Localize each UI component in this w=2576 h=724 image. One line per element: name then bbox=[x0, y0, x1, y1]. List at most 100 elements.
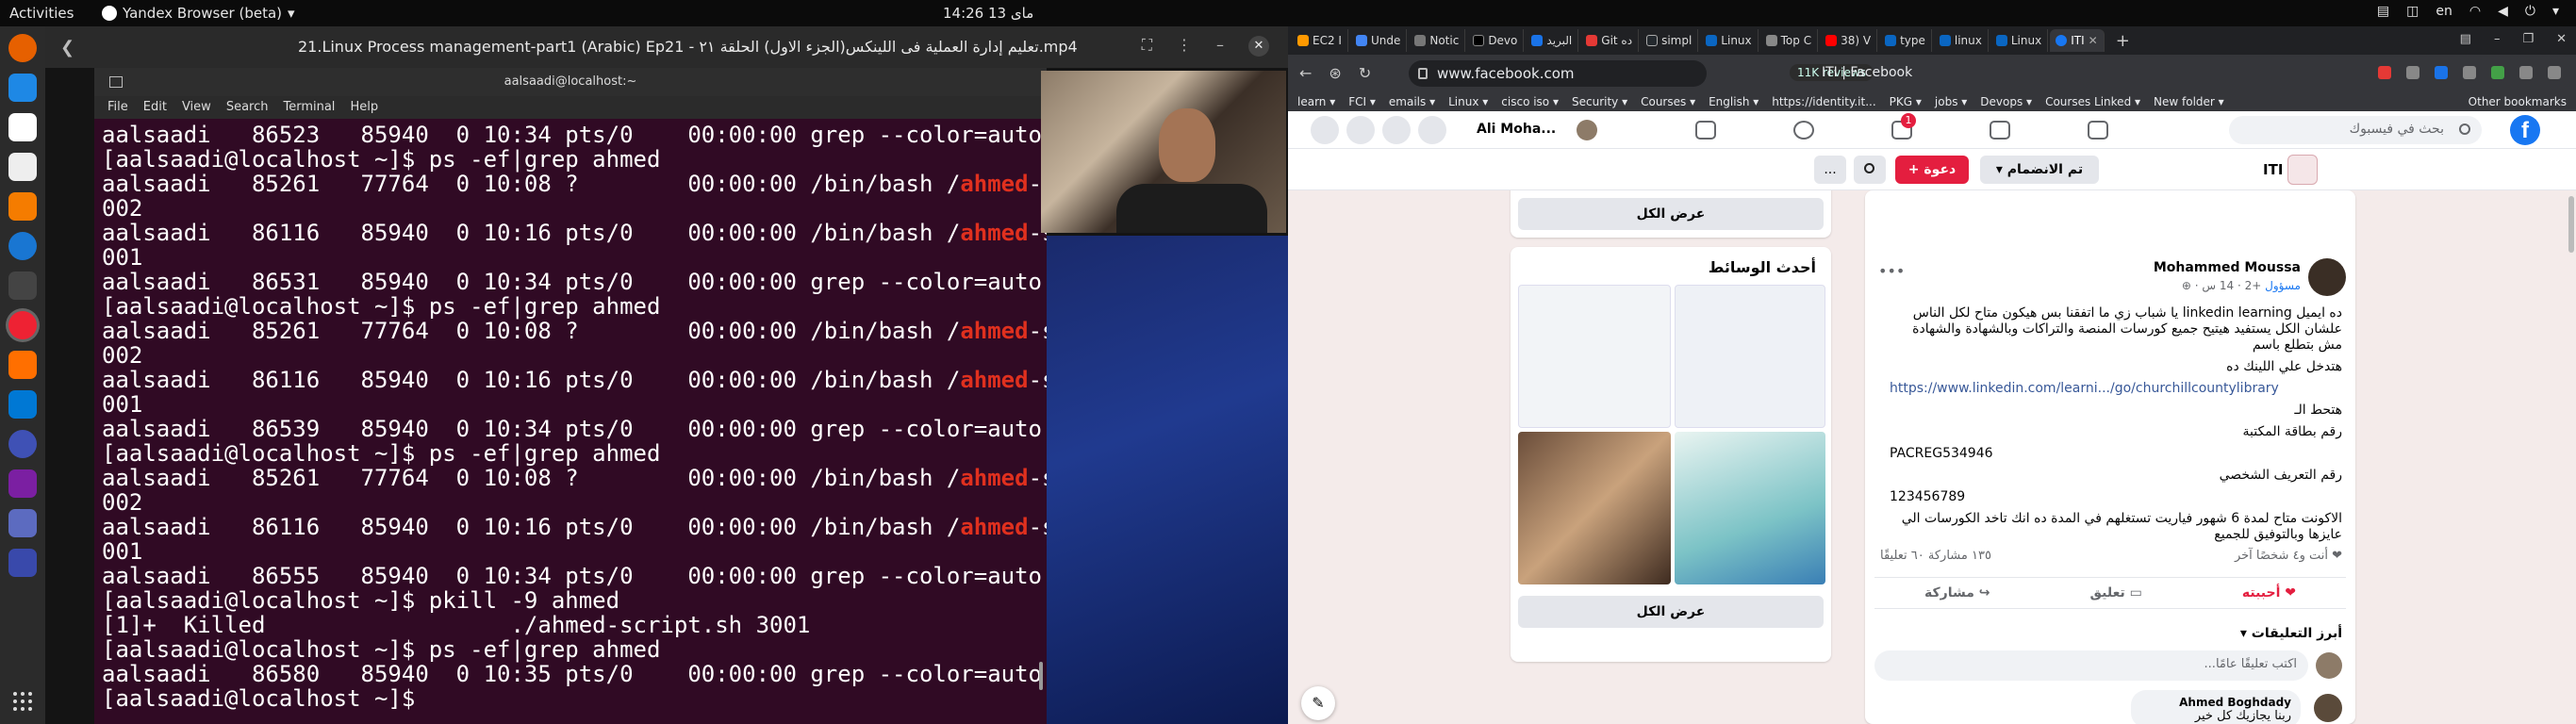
author-avatar[interactable] bbox=[2308, 258, 2346, 296]
terminal-output[interactable]: aalsaadi 86523 85940 0 10:34 pts/0 00:00… bbox=[102, 123, 1047, 711]
menu-edit[interactable]: Edit bbox=[143, 96, 167, 119]
chrome-remote-icon[interactable] bbox=[8, 74, 37, 102]
language-indicator[interactable]: en bbox=[2436, 4, 2452, 19]
extension-icon[interactable] bbox=[2406, 66, 2419, 79]
media-thumbnail[interactable] bbox=[1675, 285, 1825, 428]
settings-icon[interactable] bbox=[8, 153, 37, 181]
software-icon[interactable] bbox=[8, 192, 37, 221]
browser-tab[interactable]: Top C bbox=[1760, 29, 1819, 52]
bookmark-folder[interactable]: FCI ▾ bbox=[1348, 92, 1376, 111]
media-icon[interactable] bbox=[8, 509, 37, 537]
bookmark-folder[interactable]: Courses ▾ bbox=[1641, 92, 1695, 111]
gaming-icon[interactable] bbox=[1695, 121, 1716, 140]
browser-tab[interactable]: Unde bbox=[1350, 29, 1408, 52]
terminal-icon[interactable] bbox=[8, 272, 37, 300]
bookmark-folder[interactable]: Linux ▾ bbox=[1448, 92, 1488, 111]
facebook-search-input[interactable]: بحث في فيسبوك bbox=[2229, 116, 2482, 144]
like-button[interactable]: ❤ أحببته bbox=[2242, 585, 2296, 601]
close-icon[interactable]: ✕ bbox=[1248, 36, 1269, 57]
see-all-button[interactable]: عرض الكل bbox=[1518, 596, 1824, 628]
edge-icon[interactable] bbox=[8, 430, 37, 458]
see-all-button[interactable]: عرض الكل bbox=[1518, 198, 1824, 230]
joined-button[interactable]: ▾ تم الانضمام bbox=[1980, 156, 2099, 184]
yandex-browser-icon[interactable] bbox=[8, 311, 37, 339]
bookmark-folder[interactable]: Devops ▾ bbox=[1980, 92, 2032, 111]
browser-tab[interactable]: Linux bbox=[1990, 29, 2049, 52]
browser-tab[interactable]: 38) V bbox=[1820, 29, 1878, 52]
minimize-icon[interactable]: – bbox=[2494, 32, 2501, 46]
close-tab-icon[interactable]: ✕ bbox=[2089, 34, 2098, 47]
bookmark-link[interactable]: https://identity.it... bbox=[1772, 92, 1875, 111]
user-name[interactable]: Ali Moha... bbox=[1477, 122, 1556, 137]
account-menu-icon[interactable] bbox=[1311, 116, 1339, 144]
browser-tab[interactable]: simpl bbox=[1641, 29, 1699, 52]
new-tab-button[interactable]: + bbox=[2106, 31, 2139, 51]
comment-button[interactable]: ▭ تعليق bbox=[2090, 585, 2142, 601]
notifications-icon[interactable] bbox=[1346, 116, 1375, 144]
menu-icon[interactable]: ⋮ bbox=[1177, 36, 1192, 57]
bookmark-folder[interactable]: English ▾ bbox=[1709, 92, 1759, 111]
menu-help[interactable]: Help bbox=[350, 96, 378, 119]
browser-tab-active[interactable]: ITI ✕ bbox=[2050, 29, 2105, 52]
app-menu[interactable]: Yandex Browser (beta) ▾ bbox=[102, 5, 295, 22]
firefox-icon[interactable] bbox=[8, 34, 37, 62]
bookmark-folder[interactable]: Courses Linked ▾ bbox=[2045, 92, 2140, 111]
media-thumbnail[interactable] bbox=[1518, 285, 1671, 428]
browser-tab[interactable]: Linux bbox=[1700, 29, 1759, 52]
share-button[interactable]: ↪ مشاركة bbox=[1924, 585, 1990, 601]
menu-file[interactable]: File bbox=[107, 96, 128, 119]
minimize-icon[interactable]: – bbox=[1216, 36, 1224, 57]
messenger-icon[interactable] bbox=[1382, 116, 1411, 144]
bookmark-folder[interactable]: cisco iso ▾ bbox=[1501, 92, 1559, 111]
extension-icon[interactable] bbox=[2491, 66, 2504, 79]
show-apps-icon[interactable] bbox=[13, 692, 32, 711]
browser-tab[interactable]: type bbox=[1879, 29, 1932, 52]
post-link[interactable]: https://www.linkedin.com/learni.../go/ch… bbox=[1890, 381, 2342, 397]
remote-desktop-icon[interactable] bbox=[8, 469, 37, 498]
reactions-summary[interactable]: ❤ أنت و٤ شخصًا آخر bbox=[2235, 549, 2342, 563]
facebook-logo[interactable]: f bbox=[2510, 115, 2540, 145]
extension-icon[interactable] bbox=[2463, 66, 2476, 79]
browser-tab[interactable]: Notic bbox=[1409, 29, 1466, 52]
media-thumbnail[interactable] bbox=[1675, 432, 1825, 584]
comment-author[interactable]: Ahmed Boghdady bbox=[2140, 696, 2291, 709]
menu-grid-icon[interactable] bbox=[1418, 116, 1446, 144]
maximize-icon[interactable]: ❐ bbox=[2522, 32, 2534, 46]
group-name[interactable]: ITI bbox=[2263, 161, 2283, 178]
invite-button[interactable]: + دعوة bbox=[1895, 156, 1969, 184]
shield-icon[interactable]: ⊛ bbox=[1329, 64, 1341, 82]
help-icon[interactable] bbox=[8, 232, 37, 260]
activities-button[interactable]: Activities bbox=[9, 5, 74, 22]
menu-search[interactable]: Search bbox=[226, 96, 269, 119]
files-icon[interactable] bbox=[8, 113, 37, 141]
bookmark-folder[interactable]: jobs ▾ bbox=[1935, 92, 1967, 111]
iti-logo[interactable] bbox=[2287, 155, 2318, 185]
extension-icon[interactable] bbox=[2435, 66, 2448, 79]
system-tray[interactable]: ▤ ◫ en ◠ ◀ ⏻ ▾ bbox=[2377, 4, 2559, 19]
download-icon[interactable] bbox=[2548, 66, 2561, 79]
other-bookmarks[interactable]: Other bookmarks bbox=[2469, 92, 2576, 111]
back-icon[interactable]: ❮ bbox=[60, 38, 81, 58]
back-icon[interactable]: ← bbox=[1299, 64, 1312, 82]
menu-terminal[interactable]: Terminal bbox=[283, 96, 335, 119]
comment-sort-dropdown[interactable]: أبرز التعليقات ▾ bbox=[2240, 626, 2342, 641]
browser-tab[interactable]: EC2 I bbox=[1292, 29, 1348, 52]
browser-tab[interactable]: البريد bbox=[1526, 29, 1579, 52]
extension-icon[interactable] bbox=[2519, 66, 2533, 79]
group-search-button[interactable] bbox=[1854, 156, 1886, 184]
comment-share-counts[interactable]: ١٣٥ مشاركة ٦٠ تعليقًا bbox=[1880, 549, 1991, 563]
vlc-player-icon[interactable] bbox=[8, 351, 37, 379]
terminal-scrollbar[interactable] bbox=[1039, 662, 1043, 690]
comment-input[interactable]: اكتب تعليقًا عامًا... bbox=[1874, 650, 2308, 681]
reply-avatar[interactable] bbox=[2314, 694, 2342, 722]
extension-icon[interactable] bbox=[2378, 66, 2391, 79]
page-scrollbar[interactable] bbox=[2568, 196, 2574, 253]
admin-badge[interactable]: مسؤول bbox=[2265, 279, 2301, 292]
post-author[interactable]: Mohammed Moussa bbox=[2154, 260, 2301, 275]
browser-tab[interactable]: linux bbox=[1934, 29, 1989, 52]
post-time[interactable]: 14 س bbox=[2202, 279, 2234, 292]
avatar[interactable] bbox=[1577, 120, 1597, 140]
reload-icon[interactable]: ↻ bbox=[1359, 64, 1371, 82]
bookmark-folder[interactable]: learn ▾ bbox=[1297, 92, 1335, 111]
home-icon[interactable] bbox=[2088, 121, 2108, 140]
